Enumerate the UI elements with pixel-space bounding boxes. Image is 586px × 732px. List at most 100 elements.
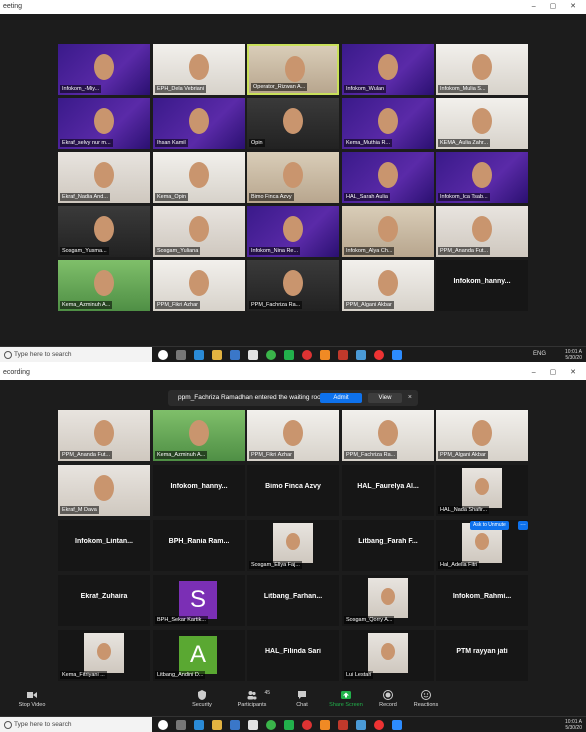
participant-tile[interactable]: Sosgam_Yuliana xyxy=(153,206,245,257)
participant-tile[interactable]: PTM rayyan jati xyxy=(436,630,528,681)
participant-tile[interactable]: Kema_Opin xyxy=(153,152,245,203)
participant-tile[interactable]: EPH_Dela Vebriani xyxy=(153,44,245,95)
participant-tile[interactable]: Infokom_Mulia S... xyxy=(436,44,528,95)
participant-tile[interactable]: Infokom_Lintan... xyxy=(58,520,150,571)
chat-button[interactable]: Chat xyxy=(282,690,322,708)
participant-video xyxy=(247,575,339,626)
zoom-icon[interactable] xyxy=(392,720,402,730)
whatsapp-icon[interactable] xyxy=(266,720,276,730)
file-explorer-icon[interactable] xyxy=(212,350,222,360)
participant-tile[interactable]: Sosgam_Yusma... xyxy=(58,206,150,257)
tray-language[interactable]: ENG xyxy=(533,351,546,357)
taskbar-search-placeholder: Type here to search xyxy=(14,351,72,358)
participant-tile[interactable]: HAL_Filinda Sari xyxy=(247,630,339,681)
participant-tile[interactable]: Kema_Azminuh A... xyxy=(153,410,245,461)
participant-tile[interactable]: BPH_Rania Ram... xyxy=(153,520,245,571)
participant-tile[interactable]: HAL_Sarah Aulia xyxy=(342,152,434,203)
record-button[interactable]: Record xyxy=(368,690,408,708)
participant-tile[interactable]: Ekraf_M Dava xyxy=(58,465,150,516)
taskbar-search-box[interactable]: Type here to search xyxy=(0,717,152,732)
participant-tile[interactable]: PPM_Fachriza Ra... xyxy=(247,260,339,311)
participant-tile[interactable]: Litbang_Farah F... xyxy=(342,520,434,571)
participant-tile[interactable]: PPM_Algani Akbar xyxy=(342,260,434,311)
participant-tile[interactable]: PPM_Ananda Fut... xyxy=(58,410,150,461)
participant-tile[interactable]: PPM_Ananda Fut... xyxy=(436,206,528,257)
media-player-icon[interactable] xyxy=(302,720,312,730)
participant-tile[interactable]: Ihsan Kamil xyxy=(153,98,245,149)
whatsapp-icon[interactable] xyxy=(266,350,276,360)
participant-tile[interactable]: Infokom_Nina Re... xyxy=(247,206,339,257)
participant-tile[interactable]: Infokom_hanny... xyxy=(436,260,528,311)
participant-tile[interactable]: Infokom_Ica Tsab... xyxy=(436,152,528,203)
vlc-icon[interactable] xyxy=(320,350,330,360)
edge-icon[interactable] xyxy=(194,350,204,360)
photos-icon[interactable] xyxy=(356,720,366,730)
mail-icon[interactable] xyxy=(230,720,240,730)
line-icon[interactable] xyxy=(284,720,294,730)
person-face xyxy=(378,54,398,80)
store-icon[interactable] xyxy=(248,720,258,730)
participant-tile[interactable]: Infokom_Rahmi... xyxy=(436,575,528,626)
admit-button[interactable]: Admit xyxy=(320,393,362,403)
taskbar-search-box[interactable]: Type here to search xyxy=(0,347,152,362)
participant-tile[interactable]: PPM_Fikri Azhar xyxy=(247,410,339,461)
cortana-icon[interactable] xyxy=(158,350,168,360)
tray-clock[interactable]: 10:01 A 5/30/20 xyxy=(565,719,582,731)
store-icon[interactable] xyxy=(248,350,258,360)
cortana-icon[interactable] xyxy=(158,720,168,730)
participant-tile[interactable]: Litbang_Farhan... xyxy=(247,575,339,626)
participant-tile[interactable]: PPM_Fachriza Ra... xyxy=(342,410,434,461)
participant-tile[interactable]: Ekraf_selvy nur m... xyxy=(58,98,150,149)
participant-tile[interactable]: Kema_Azminuh A... xyxy=(58,260,150,311)
window-controls[interactable]: – ▢ ✕ xyxy=(532,0,582,14)
tray-clock[interactable]: 10:01 A 5/30/20 xyxy=(565,349,582,361)
participant-tile[interactable]: HAL_Nada Shafir... xyxy=(436,465,528,516)
zoom-icon[interactable] xyxy=(392,350,402,360)
participant-tile[interactable]: Infokom_Alya Ch... xyxy=(342,206,434,257)
vlc-icon[interactable] xyxy=(320,720,330,730)
participant-tile[interactable]: Infokom_hanny... xyxy=(153,465,245,516)
participant-tile[interactable]: Ekraf_Zuhaira xyxy=(58,575,150,626)
pdf-icon[interactable] xyxy=(338,720,348,730)
participant-tile[interactable]: Kema_Fitriyani ... xyxy=(58,630,150,681)
more-options-icon[interactable]: … xyxy=(518,521,528,530)
participant-tile[interactable]: Lui Lestari xyxy=(342,630,434,681)
participant-tile[interactable]: Sosgam_Qorry A... xyxy=(342,575,434,626)
participant-tile[interactable]: Sosgam_Ellya Faj... xyxy=(247,520,339,571)
participant-tile[interactable]: Ekraf_Nadia And... xyxy=(58,152,150,203)
participant-tile[interactable]: S BPH_Sekar Kartik... xyxy=(153,575,245,626)
chrome-icon[interactable] xyxy=(374,350,384,360)
reactions-button[interactable]: Reactions xyxy=(406,690,446,708)
participant-tile[interactable]: Bimo Finca Azvy xyxy=(247,465,339,516)
photos-icon[interactable] xyxy=(356,350,366,360)
task-view-icon[interactable] xyxy=(176,720,186,730)
person-face xyxy=(286,533,300,550)
task-view-icon[interactable] xyxy=(176,350,186,360)
line-icon[interactable] xyxy=(284,350,294,360)
security-button[interactable]: Security xyxy=(182,690,222,708)
participant-tile[interactable]: PPM_Fikri Azhar xyxy=(153,260,245,311)
stop-video-button[interactable]: Stop Video xyxy=(12,690,52,708)
window-controls[interactable]: – ▢ ✕ xyxy=(532,366,582,380)
chrome-icon[interactable] xyxy=(374,720,384,730)
edge-icon[interactable] xyxy=(194,720,204,730)
participant-tile[interactable]: PPM_Algani Akbar xyxy=(436,410,528,461)
participants-button[interactable]: 45 Participants xyxy=(232,690,272,708)
media-player-icon[interactable] xyxy=(302,350,312,360)
share-screen-button[interactable]: Share Screen xyxy=(326,690,366,708)
participant-tile[interactable]: Kema_Muthia R... xyxy=(342,98,434,149)
participant-tile[interactable]: Operator_Rizwan A... xyxy=(247,44,339,95)
participant-tile[interactable]: Infokom_Wulan xyxy=(342,44,434,95)
close-icon[interactable]: × xyxy=(408,390,412,406)
participant-tile[interactable]: HAL_Faurelya Al... xyxy=(342,465,434,516)
participant-tile[interactable]: Bimo Finca Azvy xyxy=(247,152,339,203)
mail-icon[interactable] xyxy=(230,350,240,360)
file-explorer-icon[interactable] xyxy=(212,720,222,730)
pdf-icon[interactable] xyxy=(338,350,348,360)
participant-tile[interactable]: KEMA_Aulia Zahr... xyxy=(436,98,528,149)
ask-to-unmute-tag[interactable]: Ask to Unmute xyxy=(470,521,509,530)
participant-tile[interactable]: A Litbang_Andini D... xyxy=(153,630,245,681)
participant-tile[interactable]: Infokom_-Miy... xyxy=(58,44,150,95)
participant-tile[interactable]: Opin xyxy=(247,98,339,149)
view-button[interactable]: View xyxy=(368,393,402,403)
